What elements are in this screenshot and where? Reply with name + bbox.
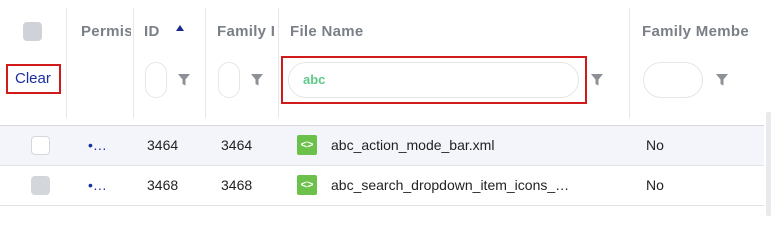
highlight-annotation (281, 56, 587, 104)
column-header-family-member[interactable]: Family Membe (642, 23, 760, 40)
data-grid: Permis ID Family I File Name Family Memb… (0, 0, 772, 218)
file-name-cell[interactable]: abc_action_mode_bar.xml (331, 126, 494, 166)
filter-icon[interactable] (250, 73, 264, 87)
column-header-family[interactable]: Family I (217, 23, 277, 40)
filter-icon[interactable] (715, 73, 729, 87)
column-separator[interactable] (133, 8, 134, 118)
clear-button[interactable]: Clear (6, 64, 61, 94)
row-checkbox[interactable] (31, 136, 50, 155)
scrollbar-thumb[interactable] (766, 112, 771, 216)
row-checkbox[interactable] (31, 176, 50, 195)
column-separator[interactable] (66, 8, 67, 118)
sort-ascending-icon[interactable] (176, 25, 184, 31)
family-cell: 3464 (221, 137, 253, 153)
column-header-permissions[interactable]: Permis (81, 23, 131, 40)
column-header-file-name[interactable]: File Name (290, 23, 490, 40)
column-header-id[interactable]: ID (144, 23, 174, 40)
grid-header: Permis ID Family I File Name Family Memb… (0, 0, 772, 126)
xml-file-icon: <> (297, 175, 317, 195)
family-member-filter-input[interactable] (643, 62, 703, 98)
family-member-cell: No (646, 177, 664, 193)
filter-icon[interactable] (177, 73, 191, 87)
id-cell: 3468 (147, 177, 179, 193)
column-separator[interactable] (278, 8, 279, 118)
xml-file-icon: <> (297, 135, 317, 155)
table-row[interactable]: •… 3468 3468 <> abc_search_dropdown_item… (0, 166, 772, 206)
column-separator[interactable] (205, 8, 206, 118)
family-cell: 3468 (221, 177, 253, 193)
permissions-cell: •… (88, 177, 107, 193)
table-row[interactable]: •… 3464 3464 <> abc_action_mode_bar.xml … (0, 126, 772, 166)
family-filter-input[interactable] (218, 62, 240, 98)
id-filter-input[interactable] (145, 62, 167, 98)
family-member-cell: No (646, 137, 664, 153)
row-divider (0, 205, 772, 206)
filter-icon[interactable] (590, 73, 604, 87)
column-separator[interactable] (629, 8, 630, 118)
id-cell: 3464 (147, 137, 179, 153)
permissions-cell: •… (88, 137, 107, 153)
file-name-cell[interactable]: abc_search_dropdown_item_icons_… (331, 166, 569, 206)
select-all-checkbox[interactable] (23, 22, 42, 41)
